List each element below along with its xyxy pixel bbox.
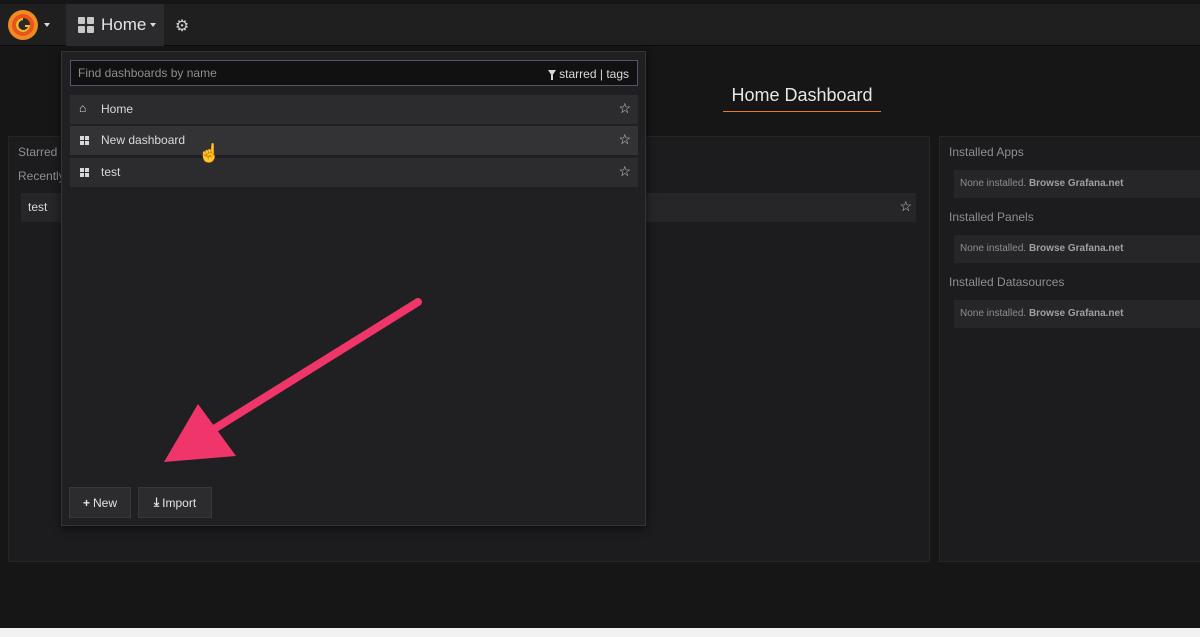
star-icon[interactable]: ☆ bbox=[899, 198, 912, 215]
dashboard-grid-icon bbox=[80, 136, 89, 145]
recent-heading: Recently bbox=[18, 169, 65, 183]
star-icon[interactable]: ☆ bbox=[618, 131, 631, 148]
plus-icon: + bbox=[82, 495, 90, 510]
installed-apps-heading: Installed Apps bbox=[949, 145, 1024, 159]
none-installed-text: None installed. bbox=[960, 178, 1029, 189]
recent-dashboard-label: test bbox=[28, 200, 48, 214]
dashboard-item-label: Home bbox=[101, 102, 134, 116]
dashboard-grid-icon bbox=[80, 168, 89, 177]
starred-heading: Starred bbox=[18, 145, 58, 159]
installed-panels-box: None installed. Browse Grafana.net bbox=[954, 235, 1200, 263]
dashboard-title-container: Home Dashboard bbox=[723, 82, 881, 112]
search-input[interactable] bbox=[71, 61, 531, 85]
page-title: Home Dashboard bbox=[731, 85, 873, 105]
filter-separator: | bbox=[596, 67, 607, 81]
list-item-home[interactable]: ⌂ Home ☆ bbox=[70, 95, 638, 124]
new-button-label: New bbox=[93, 495, 118, 510]
none-installed-text: None installed. bbox=[960, 308, 1029, 319]
chevron-down-icon bbox=[150, 23, 157, 27]
filter-icon bbox=[548, 70, 557, 80]
browse-grafana-link[interactable]: Browse Grafana.net bbox=[1029, 308, 1123, 319]
gear-icon[interactable]: ⚙ bbox=[170, 14, 194, 38]
download-icon: ⤓ bbox=[153, 495, 160, 509]
installed-apps-box: None installed. Browse Grafana.net bbox=[954, 170, 1200, 198]
new-dashboard-button[interactable]: + New bbox=[69, 487, 131, 518]
search-filters: starred | tags bbox=[548, 67, 629, 81]
none-installed-text: None installed. bbox=[960, 243, 1029, 254]
grafana-logo-icon bbox=[8, 10, 38, 40]
import-button-label: Import bbox=[162, 495, 197, 510]
installed-datasources-box: None installed. Browse Grafana.net bbox=[954, 300, 1200, 328]
grafana-app: Home ⚙ Home Dashboard Starred Recently t… bbox=[0, 0, 1200, 628]
filter-starred-link[interactable]: starred bbox=[559, 67, 596, 81]
star-icon[interactable]: ☆ bbox=[618, 163, 631, 180]
browse-grafana-link[interactable]: Browse Grafana.net bbox=[1029, 178, 1123, 189]
search-box: starred | tags bbox=[70, 60, 638, 86]
import-dashboard-button[interactable]: ⤓ Import bbox=[138, 487, 212, 518]
installed-panels-heading: Installed Panels bbox=[949, 210, 1034, 224]
list-item-new-dashboard[interactable]: New dashboard ☆ bbox=[70, 126, 638, 155]
dashboard-picker-button[interactable]: Home bbox=[66, 4, 164, 46]
home-icon: ⌂ bbox=[79, 101, 87, 115]
installed-datasources-heading: Installed Datasources bbox=[949, 275, 1065, 289]
dashboard-item-label: New dashboard bbox=[101, 133, 186, 147]
plugin-list-panel: Installed Apps None installed. Browse Gr… bbox=[939, 136, 1200, 562]
dashboard-grid-icon bbox=[78, 17, 94, 33]
filter-tags-link[interactable]: tags bbox=[606, 67, 629, 81]
top-navbar: Home ⚙ bbox=[0, 4, 1200, 46]
dashboard-picker-label: Home bbox=[101, 15, 147, 34]
hand-cursor-icon: ☝ bbox=[198, 143, 221, 163]
browse-grafana-link[interactable]: Browse Grafana.net bbox=[1029, 243, 1123, 254]
list-item-test[interactable]: test ☆ bbox=[70, 158, 638, 187]
grafana-menu-button[interactable] bbox=[6, 7, 58, 43]
star-icon[interactable]: ☆ bbox=[618, 100, 631, 117]
dashboard-item-label: test bbox=[101, 165, 121, 179]
dashboard-search-dropdown: starred | tags ⌂ Home ☆ New dashboard ☆ … bbox=[61, 51, 646, 526]
chevron-down-icon bbox=[44, 23, 50, 27]
